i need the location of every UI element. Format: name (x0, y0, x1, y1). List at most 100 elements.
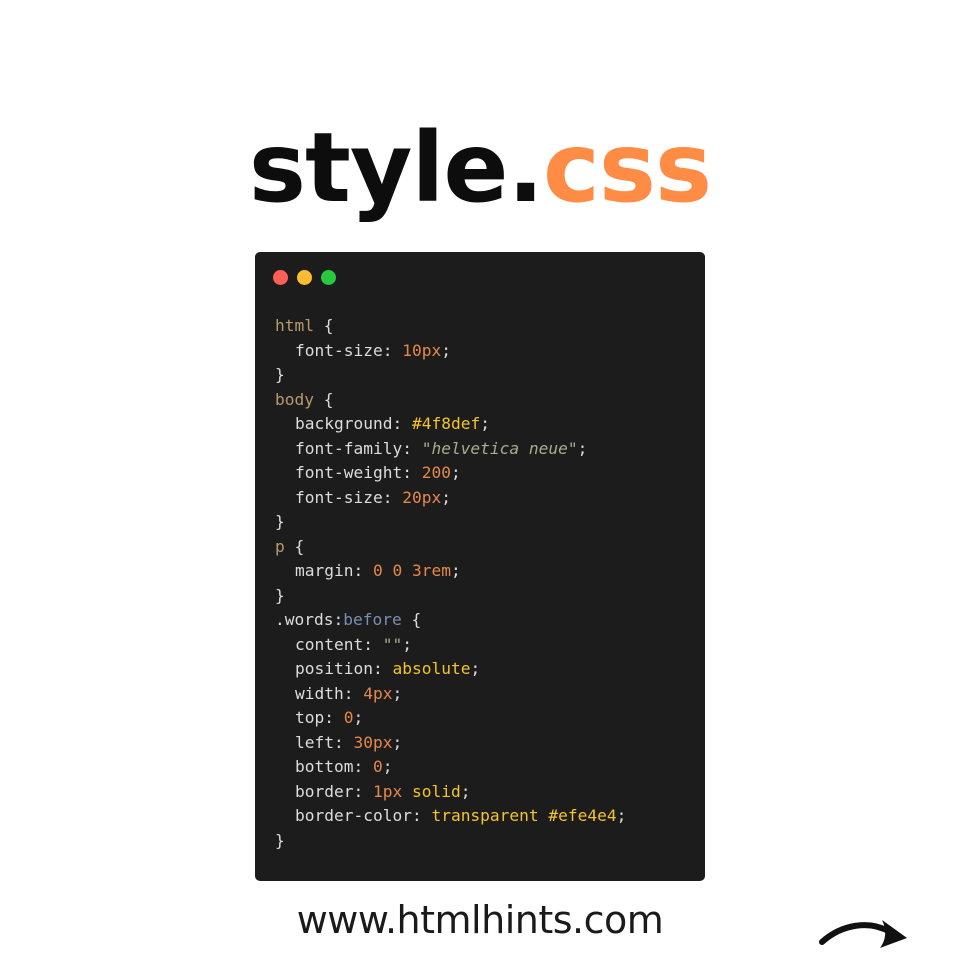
code-token: border-color (295, 806, 412, 825)
page-title: style.css (0, 108, 960, 228)
code-token: ; (480, 414, 490, 433)
code-line: border-color: transparent #efe4e4; (275, 804, 626, 829)
code-token: } (275, 512, 285, 531)
code-line: bottom: 0; (275, 755, 626, 780)
code-line: background: #4f8def; (275, 412, 626, 437)
code-token: ; (353, 708, 364, 727)
code-token: } (275, 585, 285, 605)
code-token: ; (441, 487, 451, 507)
code-line: } (275, 584, 626, 609)
code-token: 0 (372, 561, 383, 580)
window-controls (273, 270, 336, 286)
code-token: ; (616, 806, 627, 825)
code-token: 1px (372, 781, 403, 801)
code-token: body (275, 389, 314, 409)
code-token: { (313, 316, 334, 335)
code-line: font-size: 10px; (275, 339, 626, 364)
code-line: body { (275, 388, 626, 413)
code-token: left (295, 732, 334, 752)
code-token: content (295, 634, 364, 654)
website-url[interactable]: www.htmlhints.com (0, 893, 960, 947)
code-token: ; (392, 732, 403, 752)
code-token: background (295, 414, 393, 433)
code-token: width (295, 683, 344, 703)
code-token: html (275, 316, 314, 335)
code-token: font-weight (295, 463, 403, 482)
code-token: transparent (431, 806, 539, 825)
code-block: html {font-size: 10px;} body {background:… (275, 314, 626, 853)
code-line: content: ""; (275, 633, 626, 658)
code-line: html { (275, 314, 626, 339)
code-token: ; (450, 463, 461, 482)
code-token: 10px (402, 340, 442, 360)
code-token: : (353, 781, 373, 801)
code-token: { (401, 610, 422, 629)
code-line: } (275, 829, 626, 854)
code-token: .words: (275, 610, 344, 629)
code-line: } (275, 510, 626, 535)
code-token: font-size (295, 340, 383, 360)
code-token: { (284, 536, 305, 556)
code-line: position: absolute; (275, 657, 626, 682)
maximize-dot (321, 270, 336, 285)
code-token: 0 (392, 561, 403, 580)
code-line: p { (275, 535, 626, 560)
code-token: : (363, 634, 383, 654)
code-token: "helvetica neue" (421, 438, 578, 458)
code-token: ; (402, 634, 412, 654)
code-token: } (275, 830, 285, 850)
code-token: : (382, 340, 403, 360)
code-token: solid (411, 781, 461, 801)
code-line: width: 4px; (275, 682, 626, 707)
code-token: top (295, 708, 325, 727)
code-token: ; (441, 340, 451, 360)
code-token: "" (382, 634, 403, 654)
code-token: #efe4e4 (548, 806, 617, 825)
code-token: ; (460, 781, 471, 801)
code-token: : (402, 463, 422, 482)
code-token: position (295, 659, 373, 678)
code-token: : (353, 757, 373, 776)
code-token: #4f8def (411, 414, 481, 433)
code-token: bottom (295, 757, 354, 776)
code-token: ; (450, 561, 461, 580)
code-line: top: 0; (275, 706, 626, 731)
code-token: : (372, 659, 393, 678)
code-token: ; (392, 683, 403, 703)
code-token: : (343, 683, 364, 703)
code-token: border (295, 781, 354, 801)
code-token: : (324, 708, 344, 727)
code-token: : (402, 438, 422, 458)
code-token: 0 (372, 757, 383, 776)
code-line: font-family: "helvetica neue"; (275, 437, 626, 462)
code-token: { (313, 389, 334, 409)
code-token: : (411, 806, 432, 825)
code-token: : (382, 487, 403, 507)
code-token: absolute (392, 659, 471, 678)
code-line: margin: 0 0 3rem; (275, 559, 626, 584)
code-token: margin (295, 561, 354, 580)
code-token: } (275, 365, 285, 384)
code-line: } (275, 363, 626, 388)
code-token: : (392, 414, 412, 433)
code-token: before (343, 610, 402, 629)
code-token: 200 (421, 463, 451, 482)
code-token: 20px (402, 487, 442, 507)
code-token: ; (382, 757, 393, 776)
code-editor-window: html {font-size: 10px;} body {background:… (255, 252, 705, 881)
code-token: ; (577, 438, 588, 458)
code-token: font-size (295, 487, 383, 507)
title-filename: style. (248, 112, 544, 224)
code-line: font-size: 20px; (275, 486, 626, 511)
code-token: 30px (353, 732, 393, 752)
code-token: font-family (295, 438, 403, 458)
code-token: 4px (363, 683, 393, 703)
minimize-dot (297, 270, 312, 285)
curved-arrow-right-icon[interactable] (818, 912, 910, 952)
close-dot (273, 270, 288, 285)
code-line: left: 30px; (275, 731, 626, 756)
code-token: 0 (343, 708, 354, 727)
